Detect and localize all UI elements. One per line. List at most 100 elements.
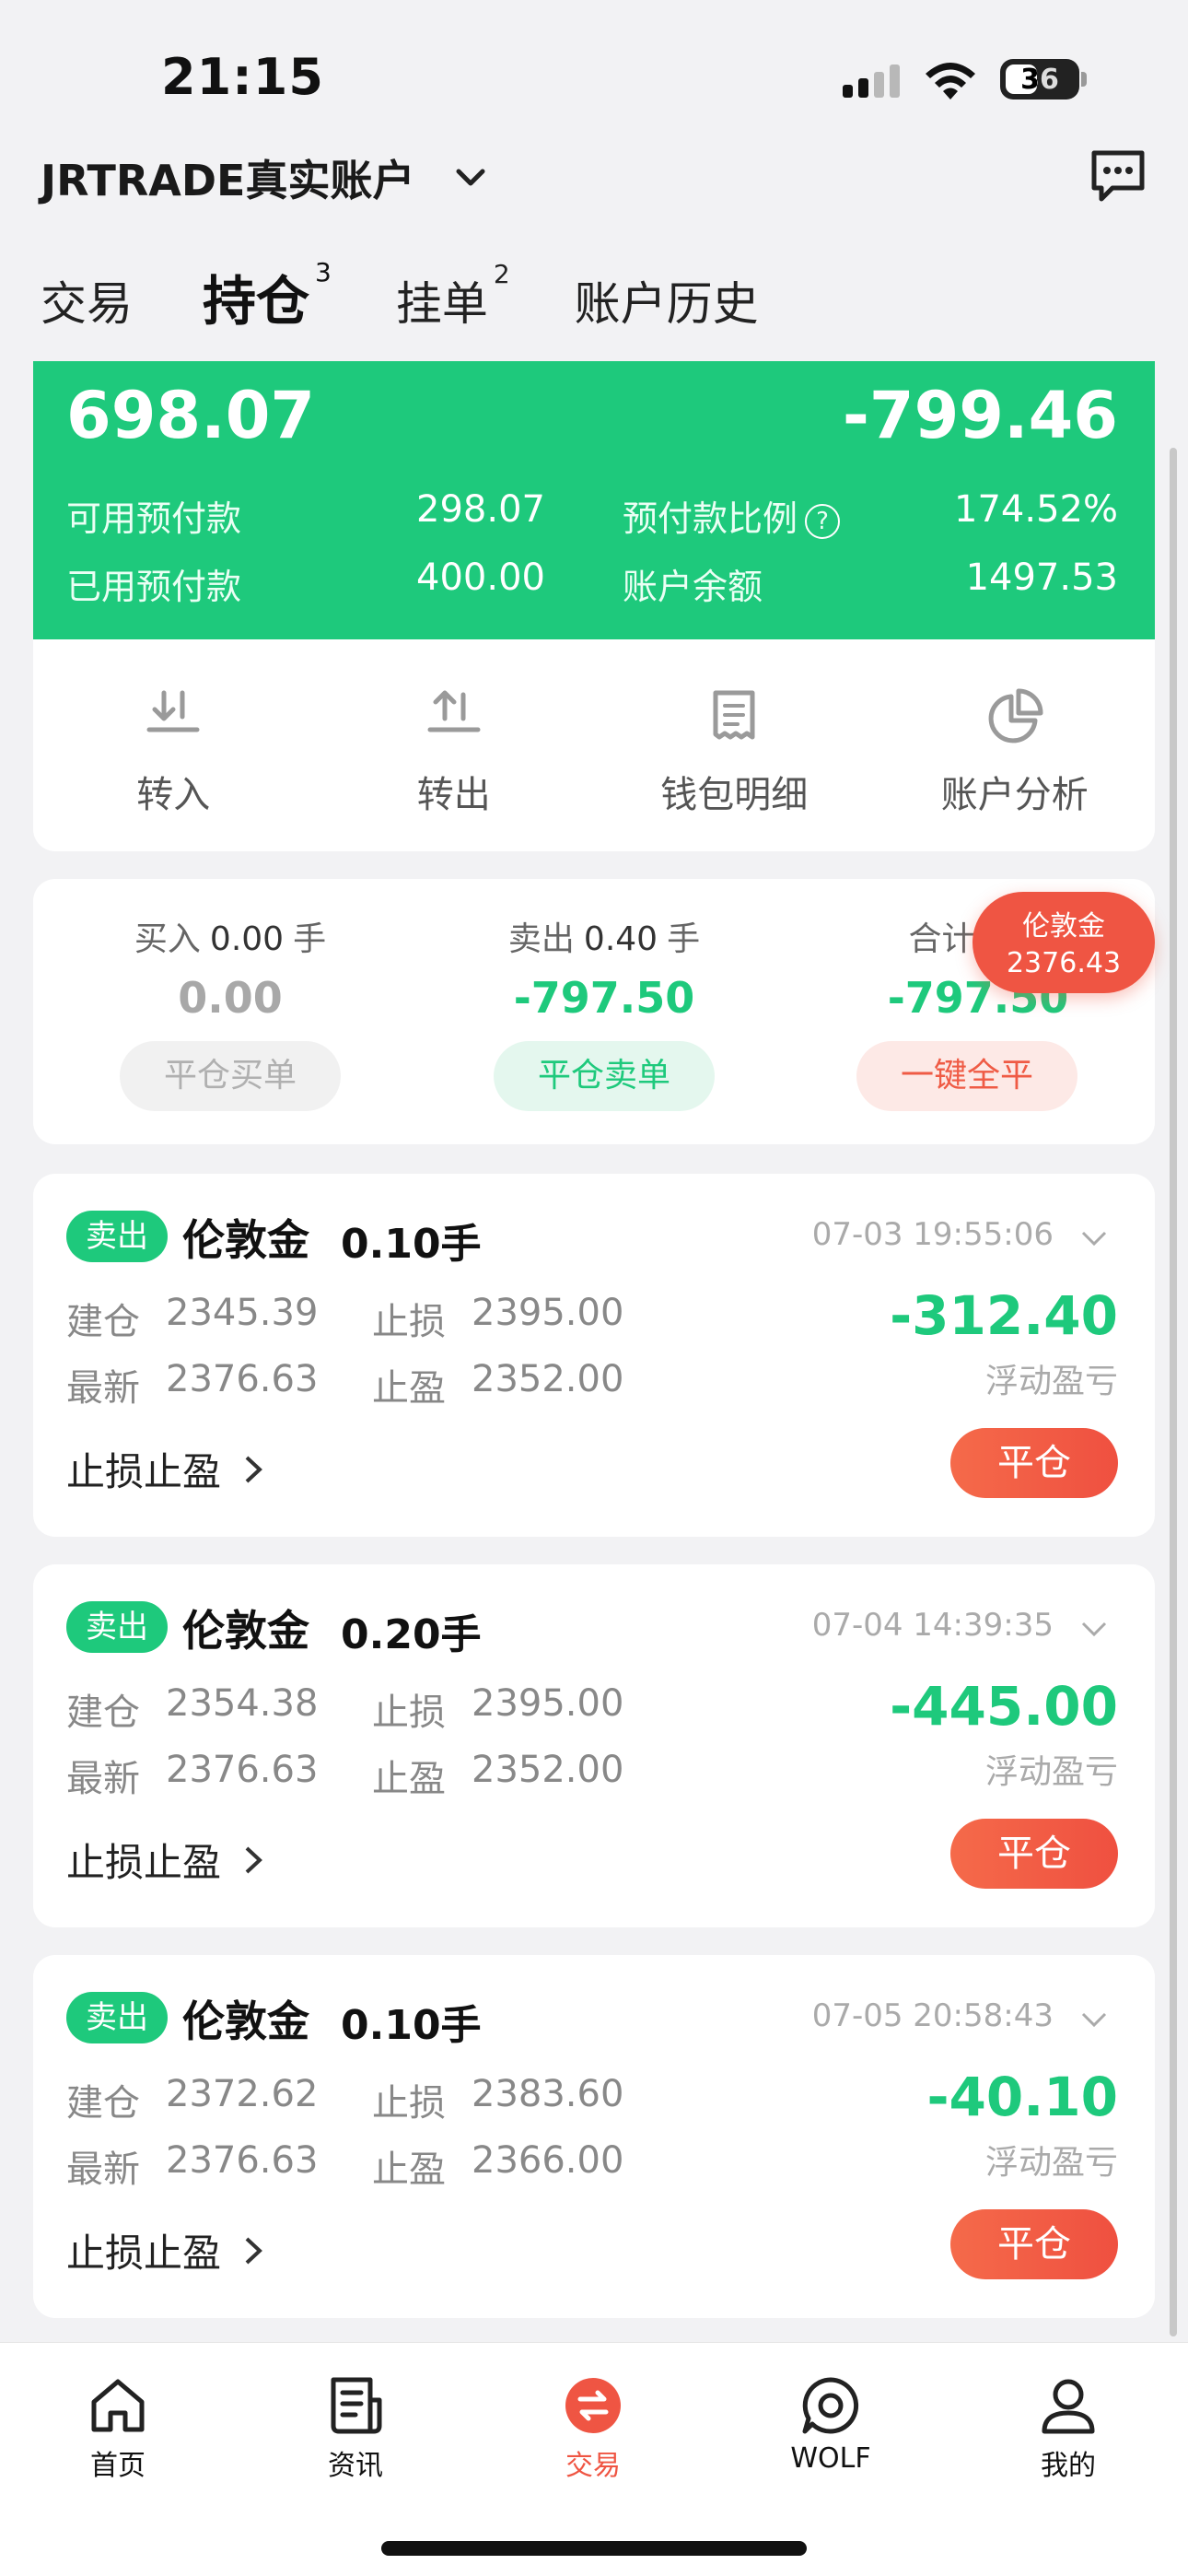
account-analysis-button[interactable]: 账户分析 (875, 639, 1156, 851)
floating-pl-label: 浮动盈亏 (984, 1753, 1118, 1791)
floating-pl-label: 浮动盈亏 (984, 2144, 1118, 2182)
account-summary: 698.07 -799.46 可用预付款 298.07 预付款比例? 174.5… (33, 361, 1155, 639)
scrollbar[interactable] (1170, 448, 1177, 2336)
side-badge: 卖出 (66, 1601, 168, 1653)
tab-trade[interactable]: 交易 (41, 267, 133, 334)
close-position-button[interactable]: 平仓 (950, 1428, 1118, 1498)
side-badge: 卖出 (66, 1992, 168, 2043)
wifi-icon (926, 63, 975, 100)
nav-trade-label: 交易 (565, 2450, 621, 2482)
nav-news[interactable]: 资讯 (273, 2372, 438, 2483)
balance-value: 1497.53 (965, 556, 1118, 599)
open-price-label: 建仓 (66, 1301, 140, 1343)
tab-positions[interactable]: 持仓 3 (203, 256, 332, 335)
nav-news-label: 资讯 (328, 2450, 383, 2482)
help-icon[interactable]: ? (805, 504, 841, 539)
open-price: 2354.38 (166, 1682, 319, 1725)
margin-ratio-value: 174.52% (954, 488, 1118, 531)
last-price: 2376.63 (166, 1749, 319, 1791)
chevron-right-icon (245, 2237, 262, 2264)
deposit-button[interactable]: 转入 (33, 639, 314, 851)
position-time: 07-04 14:39:35 (811, 1607, 1054, 1644)
pie-chart-icon (988, 688, 1043, 744)
sltp-link[interactable]: 止损止盈 (66, 1441, 269, 1497)
close-all-button[interactable]: 一键全平 (856, 1041, 1077, 1111)
tab-pending-orders[interactable]: 挂单2 (396, 259, 510, 334)
used-margin-value: 400.00 (416, 556, 545, 599)
position-card[interactable]: 卖出 伦敦金 0.10手 07-05 20:58:43 建仓 2372.62 止… (33, 1955, 1155, 2318)
position-lots: 0.10手 (341, 2002, 482, 2049)
chevron-down-icon[interactable] (1076, 1220, 1112, 1257)
side-badge: 卖出 (66, 1211, 168, 1262)
open-price-label: 建仓 (66, 1692, 140, 1734)
wallet-detail-icon (713, 690, 755, 740)
account-selector[interactable]: JRTRADE真实账户 (41, 147, 494, 208)
price-badge[interactable]: 伦敦金 2376.43 (973, 892, 1155, 993)
stop-loss-label: 止损 (372, 2082, 446, 2125)
close-sell-button[interactable]: 平仓卖单 (494, 1041, 715, 1111)
withdraw-button[interactable]: 转出 (314, 639, 595, 851)
sltp-link[interactable]: 止损止盈 (66, 1832, 269, 1888)
last-price: 2376.63 (166, 2139, 319, 2182)
nav-home[interactable]: 首页 (35, 2372, 201, 2483)
trade-icon (565, 2378, 621, 2433)
status-time: 21:15 (161, 48, 324, 106)
stop-loss: 2395.00 (472, 1292, 624, 1334)
news-icon (331, 2377, 382, 2434)
sltp-link[interactable]: 止损止盈 (66, 2222, 269, 2278)
nav-trade[interactable]: 交易 (510, 2372, 676, 2483)
used-margin-label: 已用预付款 (66, 567, 242, 607)
stop-loss-label: 止损 (372, 1301, 446, 1343)
tab-account-history[interactable]: 账户历史 (575, 267, 759, 334)
tab-pending-count: 2 (493, 259, 510, 290)
floating-pl: -40.10 (926, 2066, 1118, 2128)
chevron-down-icon[interactable] (1076, 1610, 1112, 1647)
home-indicator[interactable] (381, 2541, 807, 2556)
chevron-right-icon (245, 1846, 262, 1873)
take-profit-label: 止盈 (372, 2149, 446, 2191)
deposit-label: 转入 (136, 774, 211, 816)
available-margin-label: 可用预付款 (66, 498, 242, 539)
close-buy-button[interactable]: 平仓买单 (120, 1041, 341, 1111)
margin-ratio-label-row: 预付款比例? (623, 490, 841, 541)
floating-pl-label: 浮动盈亏 (984, 1363, 1118, 1400)
message-icon[interactable] (1089, 147, 1147, 203)
user-icon (1042, 2379, 1095, 2434)
position-card[interactable]: 卖出 伦敦金 0.20手 07-04 14:39:35 建仓 2354.38 止… (33, 1564, 1155, 1927)
position-lots: 0.20手 (341, 1611, 482, 1658)
wallet-detail-label: 钱包明细 (660, 774, 809, 816)
last-price-label: 最新 (66, 1367, 140, 1410)
last-price-label: 最新 (66, 1758, 140, 1800)
battery-tip (1081, 72, 1087, 87)
stop-loss: 2383.60 (472, 2073, 624, 2115)
close-position-button[interactable]: 平仓 (950, 1819, 1118, 1889)
position-time: 07-03 19:55:06 (811, 1216, 1054, 1253)
battery-icon: 36 (1000, 59, 1079, 100)
wallet-detail-button[interactable]: 钱包明细 (594, 639, 875, 851)
tab-positions-count: 3 (315, 256, 332, 287)
status-bar: 21:15 36 (0, 0, 1188, 138)
tab-bar: 交易 持仓 3 挂单2 账户历史 (41, 256, 823, 335)
withdraw-icon (427, 690, 481, 732)
position-time: 07-05 20:58:43 (811, 1997, 1054, 2034)
withdraw-label: 转出 (416, 774, 491, 816)
buy-total-amount: 0.00 (178, 973, 283, 1023)
nav-wolf-label: WOLF (790, 2442, 871, 2475)
sell-total-amount: -797.50 (513, 973, 695, 1023)
floating-pl-value: -799.46 (842, 378, 1118, 453)
take-profit: 2352.00 (472, 1358, 624, 1400)
position-lots: 0.10手 (341, 1221, 482, 1268)
deposit-icon (146, 690, 200, 732)
price-badge-symbol: 伦敦金 (1022, 910, 1105, 943)
stop-loss: 2395.00 (472, 1682, 624, 1725)
take-profit-label: 止盈 (372, 1758, 446, 1800)
nav-home-label: 首页 (90, 2450, 146, 2482)
nav-wolf[interactable]: WOLF (748, 2372, 914, 2475)
chevron-down-icon[interactable] (1076, 2001, 1112, 2038)
account-name: JRTRADE真实账户 (41, 156, 415, 205)
position-card[interactable]: 卖出 伦敦金 0.10手 07-03 19:55:06 建仓 2345.39 止… (33, 1174, 1155, 1537)
buy-total: 买入 0.00 手 0.00 (55, 912, 405, 1023)
nav-profile[interactable]: 我的 (985, 2372, 1151, 2483)
close-position-button[interactable]: 平仓 (950, 2209, 1118, 2279)
battery-level: 36 (1020, 64, 1059, 96)
